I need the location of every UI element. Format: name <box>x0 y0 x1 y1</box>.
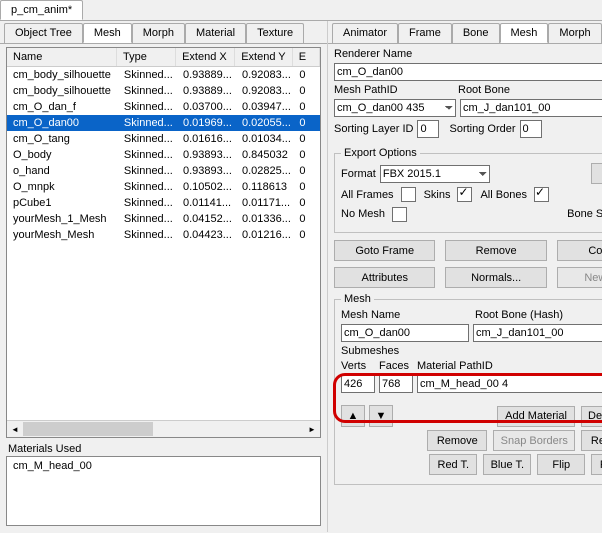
mesh-name-input[interactable] <box>341 324 469 342</box>
sorting-order-input[interactable] <box>520 120 542 138</box>
all-bones-label: All Bones <box>480 189 526 201</box>
list-header: Name Type Extend X Extend Y E <box>7 48 320 67</box>
right-tab-animator[interactable]: Animator <box>332 23 398 43</box>
sorting-layer-label: Sorting Layer ID <box>334 123 413 135</box>
no-mesh-label: No Mesh <box>341 208 385 220</box>
add-material-button[interactable]: Add Material <box>497 406 575 427</box>
root-bone-hash-label: Root Bone (Hash) <box>475 309 563 321</box>
col-extend-x[interactable]: Extend X <box>176 48 235 66</box>
mesh-group: Mesh Mesh Name Root Bone (Hash) Submeshe… <box>334 293 602 485</box>
flip-blue-button[interactable]: Flip Blue <box>591 454 602 475</box>
sorting-order-label: Sorting Order <box>449 123 515 135</box>
convert-button[interactable]: Convert <box>557 240 602 261</box>
list-item[interactable]: O_bodySkinned...0.93893...0.8450320 <box>7 147 320 163</box>
sorting-layer-input[interactable] <box>417 120 439 138</box>
right-tab-frame[interactable]: Frame <box>398 23 452 43</box>
left-tab-object-tree[interactable]: Object Tree <box>4 23 83 43</box>
root-bone-label: Root Bone <box>458 84 510 96</box>
root-bone-hash-input[interactable] <box>473 324 602 342</box>
remove-mesh-button[interactable]: Remove <box>427 430 487 451</box>
mesh-list[interactable]: Name Type Extend X Extend Y E cm_body_si… <box>6 47 321 438</box>
list-item[interactable]: cm_O_dan_fSkinned...0.03700...0.03947...… <box>7 99 320 115</box>
skins-checkbox[interactable] <box>457 187 472 202</box>
renderer-name-label: Renderer Name <box>334 48 412 60</box>
right-tab-mesh[interactable]: Mesh <box>500 23 549 43</box>
list-item[interactable]: O_mnpkSkinned...0.10502...0.1186130 <box>7 179 320 195</box>
left-tab-material[interactable]: Material <box>185 23 246 43</box>
export-button[interactable]: Export <box>591 163 602 184</box>
red-t-button[interactable]: Red T. <box>429 454 477 475</box>
root-bone-select[interactable]: cm_J_dan101_00 <box>460 99 602 117</box>
no-mesh-checkbox[interactable] <box>392 207 407 222</box>
top-tab[interactable]: p_cm_anim* <box>0 0 83 20</box>
top-tab-row: p_cm_anim* <box>0 0 602 21</box>
materials-used-label: Materials Used <box>0 441 327 456</box>
col-extend-y[interactable]: Extend Y <box>235 48 293 66</box>
right-panel: AnimatorFrameBoneMeshMorphMateria Render… <box>328 21 602 532</box>
h-scrollbar[interactable]: ◄ ► <box>7 420 320 437</box>
verts-input[interactable] <box>341 375 375 393</box>
new-skin-button[interactable]: New Skin <box>557 267 602 288</box>
col-name[interactable]: Name <box>7 48 117 66</box>
list-item[interactable]: cm_O_tangSkinned...0.01616...0.01034...0 <box>7 131 320 147</box>
right-tab-bone[interactable]: Bone <box>452 23 500 43</box>
col-type[interactable]: Type <box>117 48 176 66</box>
material-pathid-col: Material PathID <box>417 360 493 372</box>
faces-col: Faces <box>379 360 417 372</box>
all-frames-checkbox[interactable] <box>401 187 416 202</box>
scroll-thumb[interactable] <box>23 422 153 436</box>
left-tab-mesh[interactable]: Mesh <box>83 23 132 43</box>
material-pathid-select[interactable]: cm_M_head_00 4 <box>417 375 602 393</box>
format-label: Format <box>341 168 376 180</box>
left-tabs: Object TreeMeshMorphMaterialTexture <box>0 21 327 44</box>
list-item[interactable]: cm_body_silhouetteSkinned...0.93889...0.… <box>7 83 320 99</box>
goto-frame-button[interactable]: Goto Frame <box>334 240 435 261</box>
export-options-label: Export Options <box>341 147 420 159</box>
left-tab-texture[interactable]: Texture <box>246 23 304 43</box>
list-item[interactable]: cm_body_silhouetteSkinned...0.93889...0.… <box>7 67 320 83</box>
bone-size-label: Bone Size <box>567 208 602 220</box>
snap-borders-button[interactable]: Snap Borders <box>493 430 575 451</box>
export-options-group: Export Options Format FBX 2015.1 Export … <box>334 147 602 233</box>
all-bones-checkbox[interactable] <box>534 187 549 202</box>
scroll-left-arrow[interactable]: ◄ <box>7 421 23 437</box>
col-extend-z[interactable]: E <box>293 48 320 66</box>
delete-material-button[interactable]: Delete Mat. <box>581 406 602 427</box>
list-item[interactable]: o_handSkinned...0.93893...0.02825...0 <box>7 163 320 179</box>
material-item[interactable]: cm_M_head_00 <box>13 460 314 472</box>
all-frames-label: All Frames <box>341 189 394 201</box>
materials-used-list[interactable]: cm_M_head_00 <box>6 456 321 526</box>
move-up-button[interactable]: ▲ <box>341 405 365 427</box>
format-select[interactable]: FBX 2015.1 <box>380 165 490 183</box>
list-item[interactable]: pCube1Skinned...0.01141...0.01171...0 <box>7 195 320 211</box>
faces-input[interactable] <box>379 375 413 393</box>
mesh-group-label: Mesh <box>341 293 374 305</box>
verts-col: Verts <box>341 360 379 372</box>
right-tab-morph[interactable]: Morph <box>548 23 601 43</box>
skins-label: Skins <box>424 189 451 201</box>
attributes-button[interactable]: Attributes <box>334 267 435 288</box>
normals-button[interactable]: Normals... <box>445 267 546 288</box>
left-tab-morph[interactable]: Morph <box>132 23 185 43</box>
list-item[interactable]: cm_O_dan00Skinned...0.01969...0.02055...… <box>7 115 320 131</box>
mesh-name-label: Mesh Name <box>341 309 471 321</box>
left-panel: Object TreeMeshMorphMaterialTexture Name… <box>0 21 328 532</box>
move-down-button[interactable]: ▼ <box>369 405 393 427</box>
scroll-right-arrow[interactable]: ► <box>304 421 320 437</box>
list-item[interactable]: yourMesh_1_MeshSkinned...0.04152...0.013… <box>7 211 320 227</box>
remove-button[interactable]: Remove <box>445 240 546 261</box>
blue-t-button[interactable]: Blue T. <box>483 454 531 475</box>
right-tabs: AnimatorFrameBoneMeshMorphMateria <box>328 21 602 44</box>
mesh-pathid-select[interactable]: cm_O_dan00 435 <box>334 99 456 117</box>
mesh-pathid-label: Mesh PathID <box>334 84 454 96</box>
rest-pose-button[interactable]: Rest Pose <box>581 430 602 451</box>
list-item[interactable]: yourMesh_MeshSkinned...0.04423...0.01216… <box>7 227 320 243</box>
flip-button[interactable]: Flip <box>537 454 585 475</box>
renderer-name-input[interactable] <box>334 63 602 81</box>
submeshes-label: Submeshes <box>341 345 399 357</box>
